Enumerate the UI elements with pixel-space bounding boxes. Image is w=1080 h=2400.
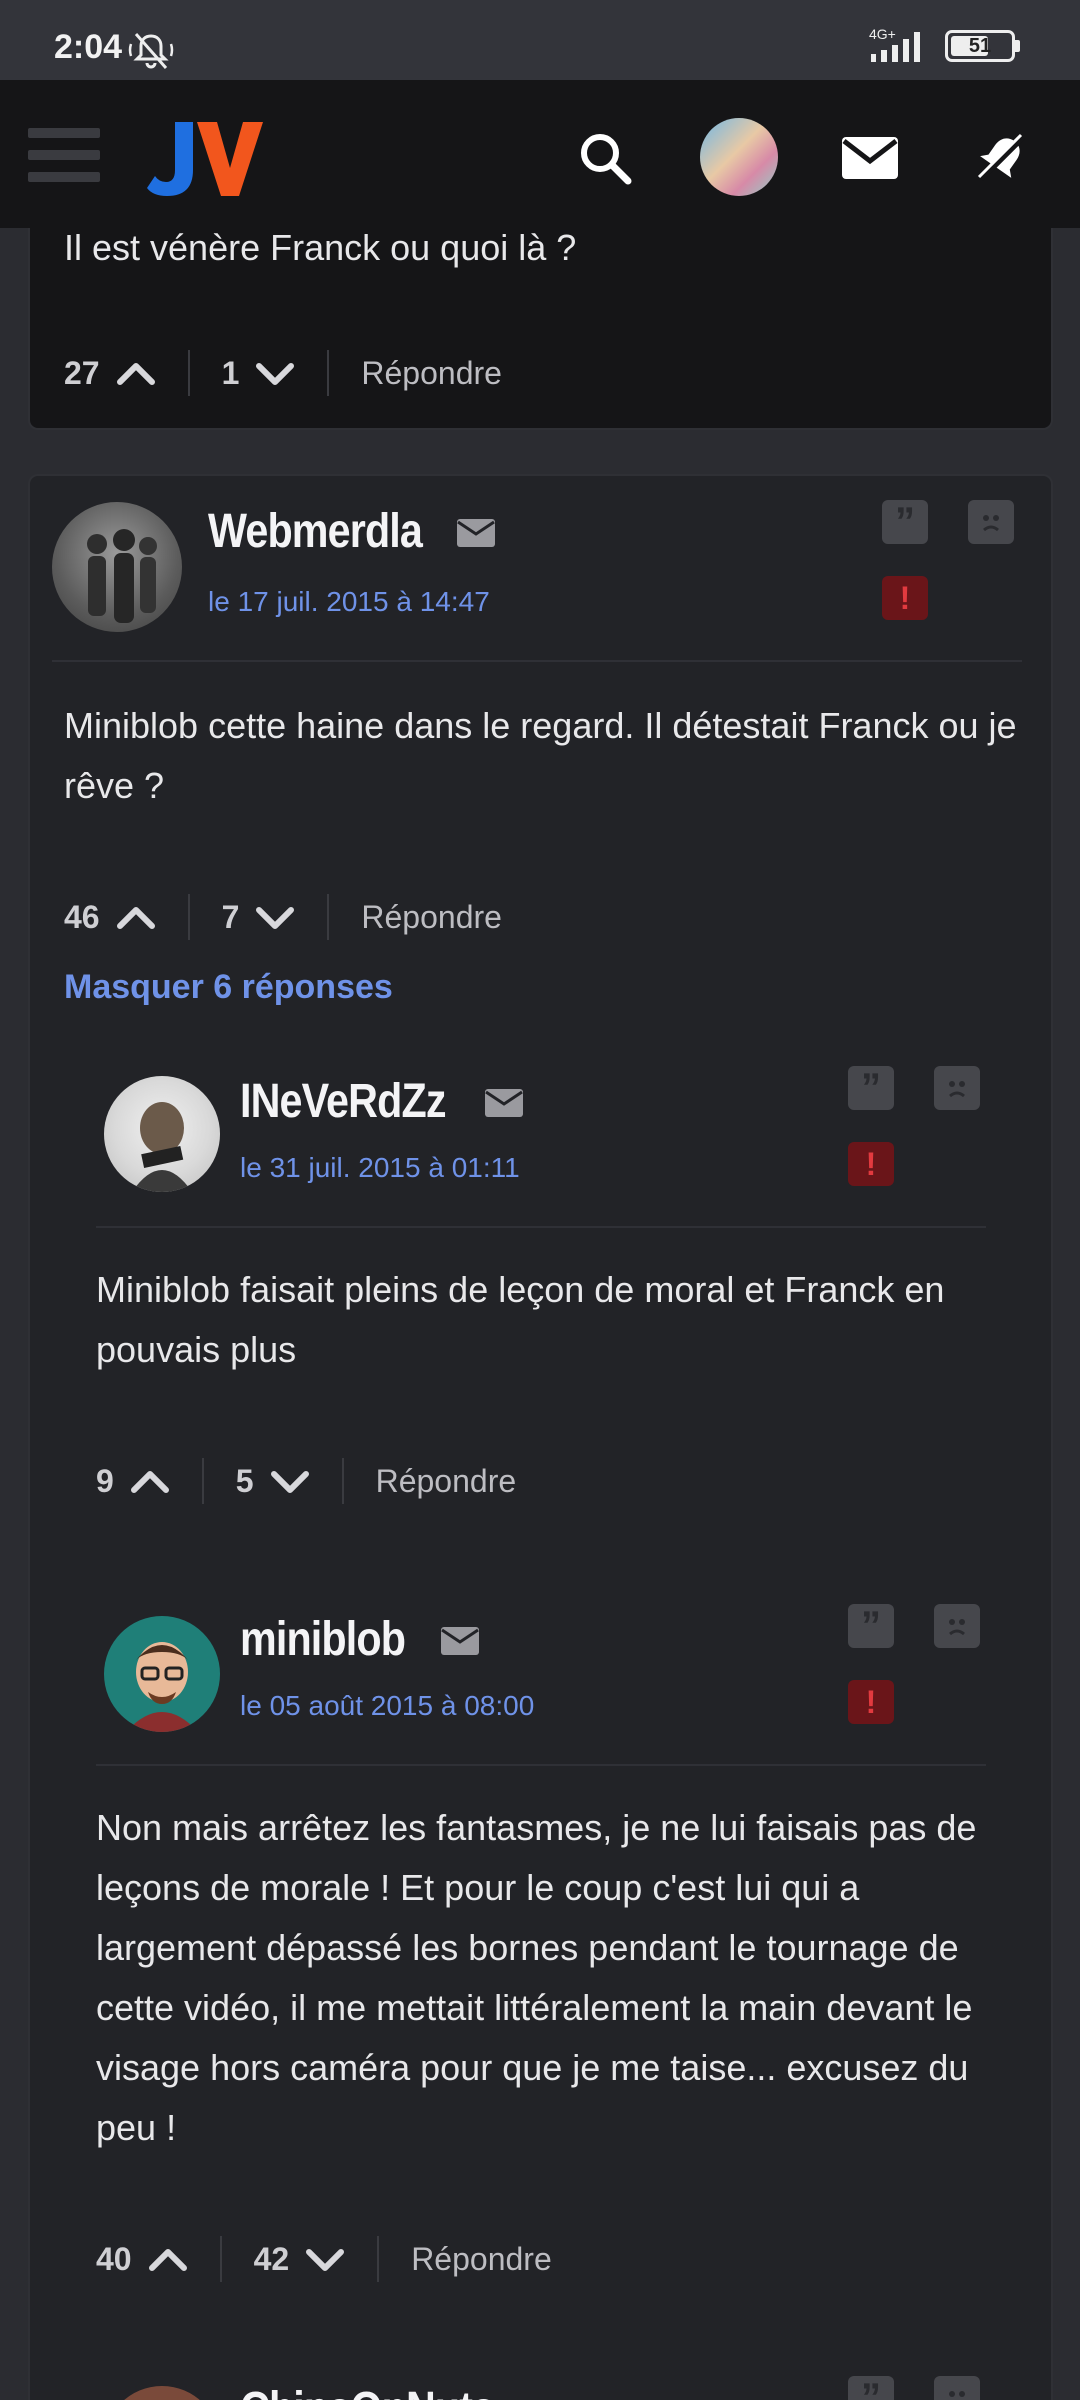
battery-level: 51 [968,34,992,57]
downvote-count: 5 [235,1462,254,1499]
avatar[interactable] [52,502,182,632]
comment-author[interactable]: Webmerdla [208,504,423,559]
avatar-image [126,1642,198,1732]
mail-icon[interactable] [830,120,910,196]
status-bar: 2:04 4G+ 51 [0,0,1080,80]
alert-icon[interactable]: ! [882,576,928,620]
comment-date[interactable]: le 31 juil. 2015 à 01:11 [240,1152,520,1184]
downvote-count: 1 [221,354,240,391]
avatar-image [132,1102,192,1192]
status-time: 2:04 [54,28,123,66]
downvote-icon[interactable] [255,358,295,388]
downvote-count: 7 [221,898,240,935]
menu-icon[interactable] [28,128,100,182]
sad-face-icon[interactable] [934,2376,980,2400]
app-header [0,80,1080,228]
search-icon[interactable] [565,120,645,196]
quote-icon[interactable]: ” [848,1604,894,1648]
reply-button[interactable]: Répondre [376,1463,517,1500]
comment-text: Miniblob faisait pleins de leçon de mora… [96,1269,945,1370]
signal-icon [871,32,920,62]
avatar-image [87,529,157,623]
comment-text: Miniblob cette haine dans le regard. Il … [64,705,1017,806]
downvote-icon[interactable] [270,1466,310,1496]
quote-icon[interactable]: ” [882,500,928,544]
comment-card: Webmerdla le 17 juil. 2015 à 14:47 ” ! M… [28,474,1053,2400]
mail-icon[interactable] [484,1088,524,1118]
vote-row: 40 42 Répondre [96,2234,552,2284]
quote-icon[interactable]: ” [848,1066,894,1110]
bell-off-icon[interactable] [962,120,1042,196]
sad-face-icon[interactable] [934,1066,980,1110]
upvote-count: 40 [96,2240,132,2277]
vote-row: 46 7 Répondre [64,892,502,942]
upvote-count: 27 [64,354,100,391]
status-indicators: 4G+ 51 [867,26,1020,64]
mail-icon[interactable] [440,1626,480,1656]
upvote-count: 46 [64,898,100,935]
upvote-icon[interactable] [116,358,156,388]
avatar[interactable] [104,2386,220,2400]
alert-icon[interactable]: ! [848,1680,894,1724]
comment-text: Non mais arrêtez les fantasmes, je ne lu… [96,1807,977,2148]
sad-face-icon[interactable] [934,1604,980,1648]
avatar[interactable] [104,1616,220,1732]
notifications-muted-icon [128,33,174,69]
vote-row: 9 5 Répondre [96,1456,516,1506]
reply-button[interactable]: Répondre [361,355,502,392]
mail-icon[interactable] [456,518,496,548]
jv-logo[interactable] [145,108,265,204]
toggle-replies-button[interactable]: Masquer 6 réponses [64,968,393,1007]
reply-button[interactable]: Répondre [361,899,502,936]
upvote-count: 9 [96,1462,114,1499]
upvote-icon[interactable] [116,902,156,932]
downvote-icon[interactable] [255,902,295,932]
alert-icon[interactable]: ! [848,1142,894,1186]
downvote-count: 42 [253,2240,290,2277]
comment-date[interactable]: le 05 août 2015 à 08:00 [240,1690,534,1722]
sad-face-icon[interactable] [968,500,1014,544]
battery-indicator: 51 [945,30,1015,62]
avatar[interactable] [104,1076,220,1192]
upvote-icon[interactable] [148,2244,188,2274]
vote-row: 27 1 Répondre [64,348,502,398]
comment-author[interactable]: miniblob [240,1612,406,1667]
comment-author[interactable]: ChipsOnNuts [240,2382,495,2400]
user-avatar[interactable] [700,118,778,196]
upvote-icon[interactable] [130,1466,170,1496]
downvote-icon[interactable] [305,2244,345,2274]
quote-icon[interactable]: ” [848,2376,894,2400]
reply-button[interactable]: Répondre [411,2241,552,2278]
comment-date[interactable]: le 17 juil. 2015 à 14:47 [208,586,490,618]
comment-author[interactable]: INeVeRdZz [240,1074,446,1129]
